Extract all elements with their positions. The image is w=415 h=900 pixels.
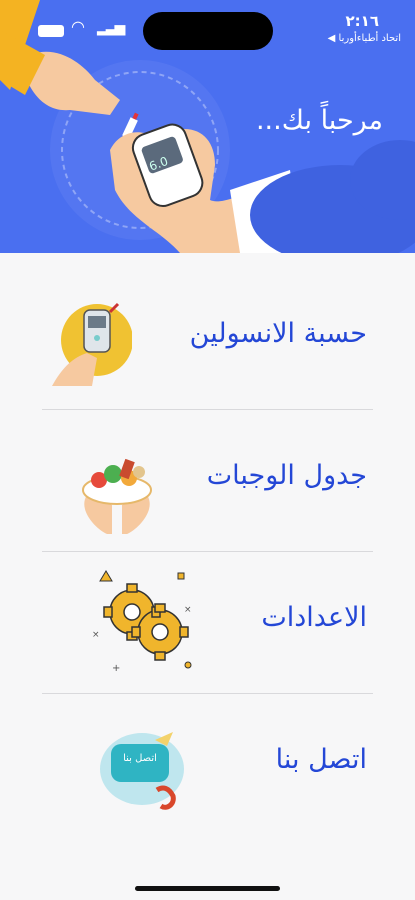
contact-icon: اتصل بنا: [97, 724, 197, 814]
welcome-title: مرحباً بك...: [255, 105, 383, 136]
menu-item-contact-us[interactable]: اتصل بنا اتصل بنا: [42, 694, 373, 836]
gears-icon: × × +: [92, 570, 192, 674]
meals-icon: [82, 458, 152, 534]
menu-item-settings[interactable]: × × + الاعدادات: [42, 552, 373, 694]
menu-label-insulin: حسبة الانسولين: [189, 318, 367, 349]
wifi-icon: ◠: [71, 17, 85, 36]
menu-label-settings: الاعدادات: [261, 602, 367, 633]
header-banner: 6.0 ◠ ▂▃▅ ٢:١٦ ◀ اتحاد أطباءأوربا مرحباً…: [0, 0, 415, 253]
battery-icon: [38, 25, 64, 37]
home-indicator[interactable]: [135, 886, 280, 891]
menu-item-insulin-calculator[interactable]: حسبة الانسولين: [42, 268, 373, 410]
svg-text:+: +: [112, 663, 120, 674]
menu-label-meals: جدول الوجبات: [206, 460, 367, 491]
insulin-meter-icon: [52, 302, 132, 386]
contact-icon-label: اتصل بنا: [123, 753, 157, 764]
back-to-app-link[interactable]: ◀ اتحاد أطباءأوربا: [328, 33, 401, 44]
menu-label-contact: اتصل بنا: [275, 744, 367, 775]
camera-notch: [143, 12, 273, 50]
signal-icon: ▂▃▅: [97, 20, 125, 36]
svg-text:×: ×: [92, 630, 100, 640]
menu-item-meals-schedule[interactable]: جدول الوجبات: [42, 410, 373, 552]
status-bar: ◠ ▂▃▅ ٢:١٦ ◀ اتحاد أطباءأوربا: [0, 0, 415, 50]
status-time: ٢:١٦: [345, 12, 379, 30]
svg-text:×: ×: [184, 605, 192, 615]
